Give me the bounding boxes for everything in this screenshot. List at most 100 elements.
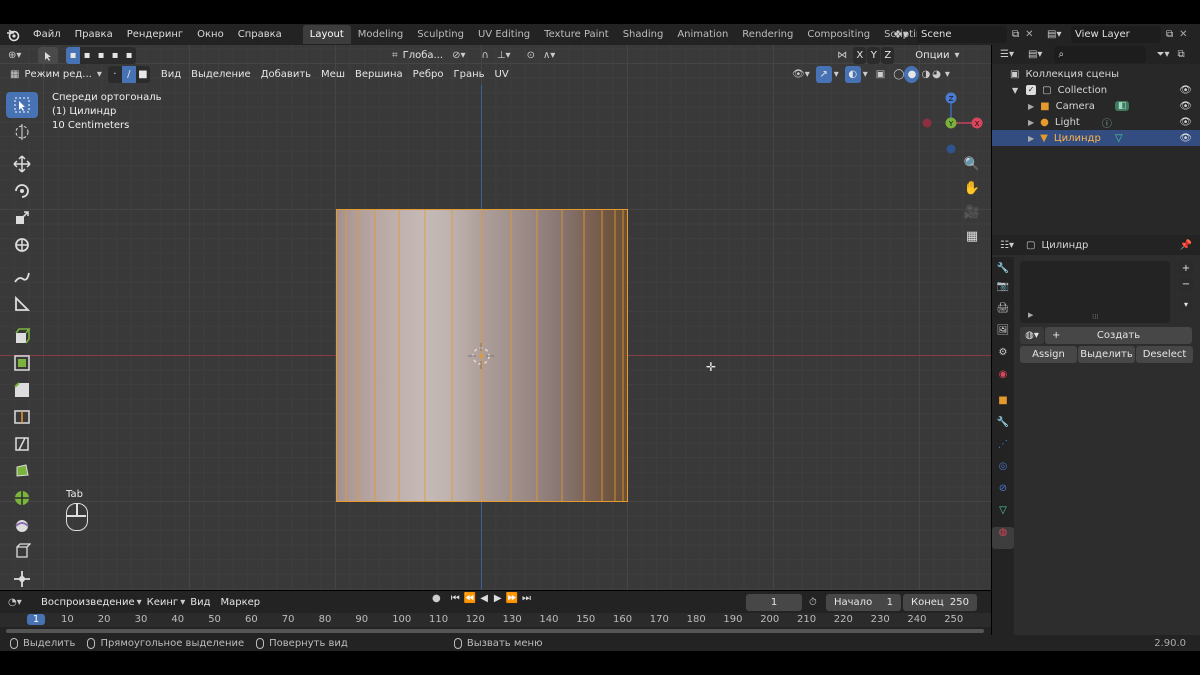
mirror-z-button[interactable]: Z bbox=[881, 47, 895, 64]
pan-hand-icon[interactable]: ✋ bbox=[962, 181, 982, 201]
properties-editor-type-icon[interactable]: ☷▾ bbox=[1000, 240, 1014, 251]
snap-icon[interactable]: ∩ bbox=[482, 50, 489, 61]
cursor-tool-icon[interactable] bbox=[6, 119, 38, 145]
scene-tab-icon[interactable]: ⚙ bbox=[992, 347, 1014, 369]
mirror-y-button[interactable]: Y bbox=[867, 47, 881, 64]
measure-tool-icon[interactable] bbox=[6, 291, 38, 317]
light-visibility-icon[interactable]: 👁 bbox=[1179, 117, 1192, 128]
inset-faces-tool-icon[interactable] bbox=[6, 350, 38, 376]
rotate-tool-icon[interactable] bbox=[6, 178, 38, 204]
delete-view-layer-icon[interactable]: ✕ bbox=[1179, 29, 1187, 40]
scene-icon[interactable]: ❖▾ bbox=[893, 28, 913, 41]
particles-tab-icon[interactable]: ⋰ bbox=[992, 439, 1014, 461]
smooth-tool-icon[interactable] bbox=[6, 512, 38, 538]
menu-mesh[interactable]: Меш bbox=[316, 69, 350, 80]
select-new-button[interactable]: ▪ bbox=[66, 47, 80, 64]
scale-tool-icon[interactable] bbox=[6, 205, 38, 231]
tab-uv-editing[interactable]: UV Editing bbox=[471, 25, 537, 44]
copy-view-layer-icon[interactable]: ⧉ bbox=[1166, 29, 1173, 40]
snap-target-icon[interactable]: ⊥▾ bbox=[497, 50, 511, 61]
deselect-material-button[interactable]: Deselect bbox=[1136, 346, 1193, 363]
current-frame-field[interactable]: 1 bbox=[746, 593, 802, 611]
menu-edge[interactable]: Ребро bbox=[408, 69, 449, 80]
tab-modeling[interactable]: Modeling bbox=[351, 25, 411, 44]
shrink-fatten-tool-icon[interactable] bbox=[6, 566, 38, 592]
annotate-tool-icon[interactable] bbox=[6, 264, 38, 290]
editor-type-icon[interactable]: ⊕▾ bbox=[8, 50, 32, 61]
tab-layout[interactable]: Layout bbox=[302, 25, 351, 44]
menu-edit[interactable]: Правка bbox=[68, 29, 120, 40]
expand-chevron-icon[interactable]: ▶ bbox=[1028, 134, 1034, 143]
camera-data-icon[interactable]: ◧ bbox=[1114, 101, 1130, 111]
tool-tab-icon[interactable]: 🔧 bbox=[992, 257, 1014, 281]
render-tab-icon[interactable]: 📷 bbox=[992, 281, 1014, 303]
view-layer-tab-icon[interactable]: 🖼 bbox=[992, 325, 1014, 347]
physics-tab-icon[interactable]: ◎ bbox=[992, 461, 1014, 483]
record-icon[interactable]: ● bbox=[432, 593, 441, 604]
shading-chevron-icon[interactable]: ▾ bbox=[945, 69, 950, 80]
delete-scene-icon[interactable]: ✕ bbox=[1025, 29, 1033, 40]
gizmo-chevron-icon[interactable]: ▾ bbox=[834, 69, 839, 80]
material-tab-icon[interactable]: ◍ bbox=[992, 527, 1014, 549]
options-dropdown[interactable]: Опции bbox=[910, 50, 954, 61]
assign-button[interactable]: Assign bbox=[1020, 346, 1077, 363]
end-frame-field[interactable]: Конец 250 bbox=[903, 593, 977, 611]
mirror-icon[interactable]: ⋈ bbox=[837, 50, 847, 61]
copy-scene-icon[interactable]: ⧉ bbox=[1012, 29, 1019, 40]
timeline-editor-icon[interactable]: ◔▾ bbox=[8, 597, 30, 608]
outliner-row-cylinder[interactable]: ▶ ▼ Цилиндр ▽ 👁 bbox=[992, 130, 1200, 146]
transform-tool-icon[interactable] bbox=[6, 232, 38, 258]
select-intersect-button[interactable]: ▪ bbox=[122, 47, 136, 64]
mesh-data-tab-icon[interactable]: ▽ bbox=[992, 505, 1014, 527]
camera-visibility-icon[interactable]: 👁 bbox=[1179, 101, 1192, 112]
expand-chevron-icon[interactable]: ▶ bbox=[1028, 102, 1034, 111]
spin-tool-icon[interactable] bbox=[6, 485, 38, 511]
tab-rendering[interactable]: Rendering bbox=[735, 25, 800, 44]
slots-resize-handle[interactable]: ⁞⁞⁞ bbox=[1092, 313, 1099, 321]
tab-sculpting[interactable]: Sculpting bbox=[410, 25, 471, 44]
mirror-x-button[interactable]: X bbox=[853, 47, 867, 64]
menu-face[interactable]: Грань bbox=[449, 69, 490, 80]
browse-material-icon[interactable]: ◍▾ bbox=[1020, 327, 1044, 344]
light-data-icon[interactable]: ⓘ bbox=[1102, 115, 1112, 130]
outliner-row-scene-collection[interactable]: ▣ Коллекция сцены bbox=[992, 66, 1200, 82]
outliner-row-light[interactable]: ▶ ● Light ⓘ 👁 bbox=[992, 114, 1200, 130]
navigation-gizmo[interactable]: Z Y X bbox=[918, 89, 988, 159]
loop-cut-tool-icon[interactable] bbox=[6, 404, 38, 430]
view-layer-icon[interactable]: ▤▾ bbox=[1047, 29, 1069, 40]
face-select-button[interactable]: ■ bbox=[135, 66, 150, 83]
tab-animation[interactable]: Animation bbox=[670, 25, 735, 44]
expand-chevron-icon[interactable]: ▶ bbox=[1028, 118, 1034, 127]
scene-name-field[interactable]: Scene bbox=[917, 26, 1007, 43]
menu-keying[interactable]: Кеинг bbox=[142, 597, 184, 608]
tab-shading[interactable]: Shading bbox=[616, 25, 671, 44]
vertex-select-button[interactable]: · bbox=[107, 66, 122, 83]
frame-ruler[interactable]: 1 10 20 30 40 50 60 70 80 90 100 110 120 130 140 150 160… bbox=[0, 613, 991, 627]
start-frame-field[interactable]: Начало 1 bbox=[826, 593, 901, 611]
select-extend-button[interactable]: ▪ bbox=[80, 47, 94, 64]
menu-add[interactable]: Добавить bbox=[256, 69, 316, 80]
tab-texture-paint[interactable]: Texture Paint bbox=[537, 25, 616, 44]
add-slot-button[interactable]: + bbox=[1179, 261, 1193, 275]
overlay-chevron-icon[interactable]: ▾ bbox=[863, 69, 868, 80]
wireframe-shading-icon[interactable]: ◯ bbox=[893, 69, 904, 80]
menu-marker[interactable]: Маркер bbox=[216, 597, 266, 608]
blender-logo-icon[interactable] bbox=[0, 28, 26, 42]
tab-compositing[interactable]: Compositing bbox=[800, 25, 877, 44]
bevel-tool-icon[interactable] bbox=[6, 377, 38, 403]
knife-tool-icon[interactable] bbox=[6, 431, 38, 457]
select-material-button[interactable]: Выделить bbox=[1078, 346, 1135, 363]
menu-view[interactable]: Вид bbox=[156, 69, 186, 80]
menu-file[interactable]: Файл bbox=[26, 29, 68, 40]
display-mode-icon[interactable]: ▤▾ bbox=[1028, 49, 1042, 60]
select-box-tool-icon[interactable] bbox=[6, 92, 38, 118]
timeline-scrollbar[interactable] bbox=[6, 629, 984, 633]
outliner-editor-type-icon[interactable]: ☰▾ bbox=[1000, 49, 1014, 60]
menu-window[interactable]: Окно bbox=[190, 29, 231, 40]
menu-help[interactable]: Справка bbox=[231, 29, 289, 40]
mode-dropdown[interactable]: Режим ред... bbox=[19, 69, 96, 80]
rendered-shading-icon[interactable]: ◕ bbox=[932, 69, 941, 80]
material-shading-icon[interactable]: ◑ bbox=[921, 69, 930, 80]
xray-icon[interactable]: ▣ bbox=[876, 69, 885, 80]
constraints-tab-icon[interactable]: ⊘ bbox=[992, 483, 1014, 505]
